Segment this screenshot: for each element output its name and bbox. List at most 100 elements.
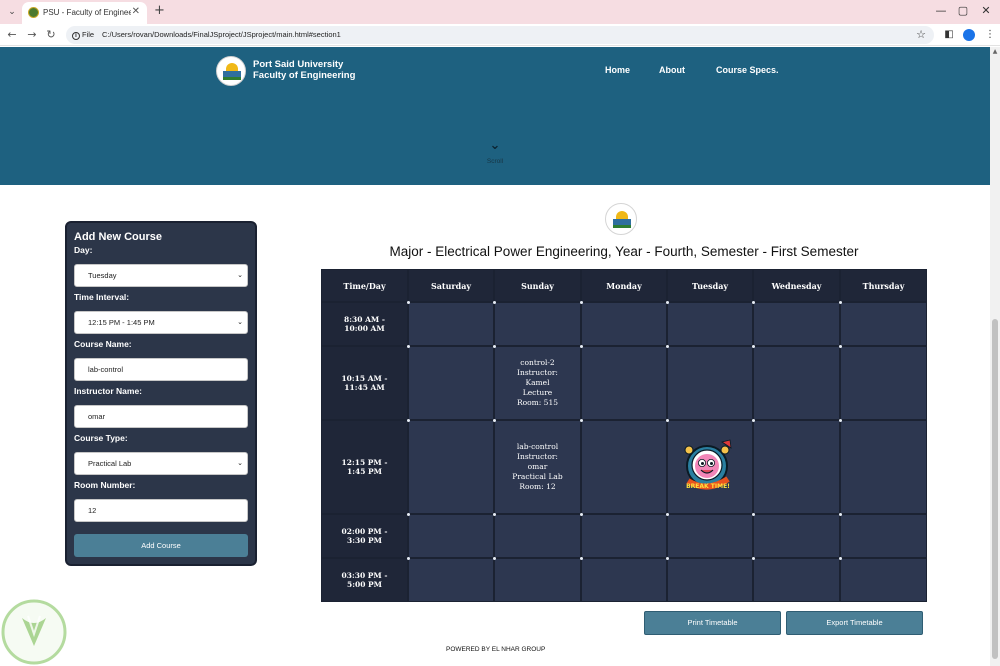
scroll-down-chevron-icon[interactable]: ⌄ bbox=[489, 139, 501, 152]
timetable-cell-thursday[interactable] bbox=[840, 346, 927, 420]
timetable-cell-monday[interactable] bbox=[581, 514, 667, 558]
grid-joint-dot bbox=[665, 344, 669, 348]
break-time-sticker-icon: BREAK TIME! bbox=[684, 439, 732, 490]
course-entry[interactable]: lab-control Instructor: omar Practical Lab R… bbox=[494, 420, 581, 514]
grid-joint-dot bbox=[406, 418, 410, 422]
time-slot-cell: 8:30 AM -10:00 AM bbox=[321, 302, 408, 346]
page-scrollbar[interactable]: ▲ bbox=[990, 47, 1000, 666]
tab-search-chevron-icon[interactable]: ⌄ bbox=[5, 5, 19, 19]
nav-link-home[interactable]: Home bbox=[605, 65, 630, 76]
grid-joint-dot bbox=[406, 344, 410, 348]
course-type-select[interactable]: Practical Lab ⌄ bbox=[74, 452, 248, 475]
timetable-cell-tuesday[interactable] bbox=[667, 302, 753, 346]
timetable-cell-saturday[interactable] bbox=[408, 346, 494, 420]
day-label: Day: bbox=[74, 245, 93, 255]
timetable-cell-wednesday[interactable] bbox=[753, 346, 840, 420]
url-text[interactable]: C:/Users/rovan/Downloads/FinalJSproject/… bbox=[102, 29, 341, 41]
grid-joint-dot bbox=[492, 418, 496, 422]
course-name-input[interactable]: lab-control bbox=[74, 358, 248, 381]
room-number-label: Room Number: bbox=[74, 480, 136, 490]
grid-joint-dot bbox=[579, 300, 583, 304]
reload-icon[interactable]: ↻ bbox=[43, 27, 59, 43]
browser-tab-strip: ⌄ PSU - Faculty of Engineering Ti ✕ + — … bbox=[0, 0, 1000, 24]
break-time-text: BREAK TIME! bbox=[686, 483, 730, 490]
grid-joint-dot bbox=[665, 512, 669, 516]
grid-joint-dot bbox=[579, 344, 583, 348]
timetable-cell-sunday[interactable] bbox=[494, 558, 581, 602]
profile-avatar-icon[interactable] bbox=[963, 29, 975, 41]
timetable-cell-tuesday[interactable] bbox=[667, 346, 753, 420]
back-arrow-icon[interactable]: ← bbox=[4, 27, 20, 43]
timetable-cell-tuesday[interactable] bbox=[667, 514, 753, 558]
timetable-cell-wednesday[interactable] bbox=[753, 558, 840, 602]
timetable-cell-wednesday[interactable] bbox=[753, 420, 840, 514]
timetable-cell-wednesday[interactable] bbox=[753, 514, 840, 558]
grid-joint-dot bbox=[838, 512, 842, 516]
window-maximize-icon[interactable]: ▢ bbox=[952, 3, 974, 19]
scrollbar-thumb[interactable] bbox=[992, 319, 998, 659]
tab-close-icon[interactable]: ✕ bbox=[132, 6, 140, 18]
timetable-cell-thursday[interactable] bbox=[840, 302, 927, 346]
grid-joint-dot bbox=[579, 556, 583, 560]
room-number-input[interactable]: 12 bbox=[74, 499, 248, 522]
timetable-cell-monday[interactable] bbox=[581, 346, 667, 420]
tab-title: PSU - Faculty of Engineering Ti bbox=[43, 8, 131, 17]
side-panel-icon[interactable]: ◧ bbox=[941, 27, 957, 43]
time-slot-label: 8:30 AM -10:00 AM bbox=[344, 315, 385, 333]
timetable-cell-thursday[interactable] bbox=[840, 420, 927, 514]
brand-title[interactable]: Port Said University Faculty of Engineer… bbox=[253, 59, 355, 81]
timetable-cell-monday[interactable] bbox=[581, 420, 667, 514]
timetable-cell-sunday[interactable] bbox=[494, 302, 581, 346]
column-header-time-day: Time/Day bbox=[321, 269, 408, 302]
brand-line-university: Port Said University bbox=[253, 59, 344, 70]
grid-joint-dot bbox=[838, 300, 842, 304]
time-slot-start: 02:00 PM - bbox=[341, 527, 388, 536]
time-interval-select[interactable]: 12:15 PM - 1:45 PM ⌄ bbox=[74, 311, 248, 334]
browser-menu-icon[interactable]: ⋮ bbox=[982, 27, 998, 43]
nav-link-course-specs[interactable]: Course Specs. bbox=[716, 65, 779, 76]
window-close-icon[interactable]: ✕ bbox=[975, 3, 997, 19]
hero-section: Port Said University Faculty of Engineer… bbox=[0, 47, 990, 185]
forward-arrow-icon[interactable]: → bbox=[24, 27, 40, 43]
timetable-cell-saturday[interactable] bbox=[408, 302, 494, 346]
time-slot-end: 5:00 PM bbox=[347, 580, 382, 589]
timetable-cell-saturday[interactable] bbox=[408, 420, 494, 514]
course-entry[interactable]: control-2 Instructor: Kamel Lecture Room: 51… bbox=[494, 346, 581, 420]
site-info-chip[interactable]: i File bbox=[72, 29, 94, 41]
scroll-up-arrow-icon[interactable]: ▲ bbox=[990, 47, 1000, 57]
timetable-cell-saturday[interactable] bbox=[408, 558, 494, 602]
day-select[interactable]: Tuesday ⌄ bbox=[74, 264, 248, 287]
timetable-cell-monday[interactable] bbox=[581, 302, 667, 346]
browser-tab-active[interactable]: PSU - Faculty of Engineering Ti ✕ bbox=[22, 2, 147, 24]
time-slot-cell: 02:00 PM -3:30 PM bbox=[321, 514, 408, 558]
column-header-label: Saturday bbox=[430, 280, 472, 291]
new-tab-plus-icon[interactable]: + bbox=[154, 3, 165, 19]
address-bar[interactable]: i File C:/Users/rovan/Downloads/FinalJSpr… bbox=[66, 26, 934, 44]
window-minimize-icon[interactable]: — bbox=[930, 3, 952, 19]
grid-joint-dot bbox=[492, 344, 496, 348]
timetable-cell-tuesday[interactable] bbox=[667, 558, 753, 602]
grid-joint-dot bbox=[751, 418, 755, 422]
grid-joint-dot bbox=[492, 512, 496, 516]
grid-joint-dot bbox=[406, 512, 410, 516]
export-timetable-button[interactable]: Export Timetable bbox=[786, 611, 923, 635]
info-icon: i bbox=[72, 32, 80, 40]
add-course-button[interactable]: Add Course bbox=[74, 534, 248, 557]
column-header-thursday: Thursday bbox=[840, 269, 927, 302]
instructor-name-input[interactable]: omar bbox=[74, 405, 248, 428]
grid-joint-dot bbox=[838, 418, 842, 422]
browser-toolbar: ← → ↻ i File C:/Users/rovan/Downloads/Fin… bbox=[0, 24, 1000, 46]
column-header-wednesday: Wednesday bbox=[753, 269, 840, 302]
university-logo-icon[interactable] bbox=[216, 56, 246, 86]
print-timetable-button[interactable]: Print Timetable bbox=[644, 611, 781, 635]
timetable-cell-sunday[interactable] bbox=[494, 514, 581, 558]
timetable-cell-saturday[interactable] bbox=[408, 514, 494, 558]
timetable-cell-thursday[interactable] bbox=[840, 514, 927, 558]
timetable-cell-wednesday[interactable] bbox=[753, 302, 840, 346]
timetable-cell-thursday[interactable] bbox=[840, 558, 927, 602]
nav-link-about[interactable]: About bbox=[659, 65, 685, 76]
bookmark-star-icon[interactable]: ☆ bbox=[916, 27, 926, 43]
time-slot-end: 10:00 AM bbox=[344, 324, 385, 333]
timetable-cell-monday[interactable] bbox=[581, 558, 667, 602]
grid-joint-dot bbox=[579, 418, 583, 422]
